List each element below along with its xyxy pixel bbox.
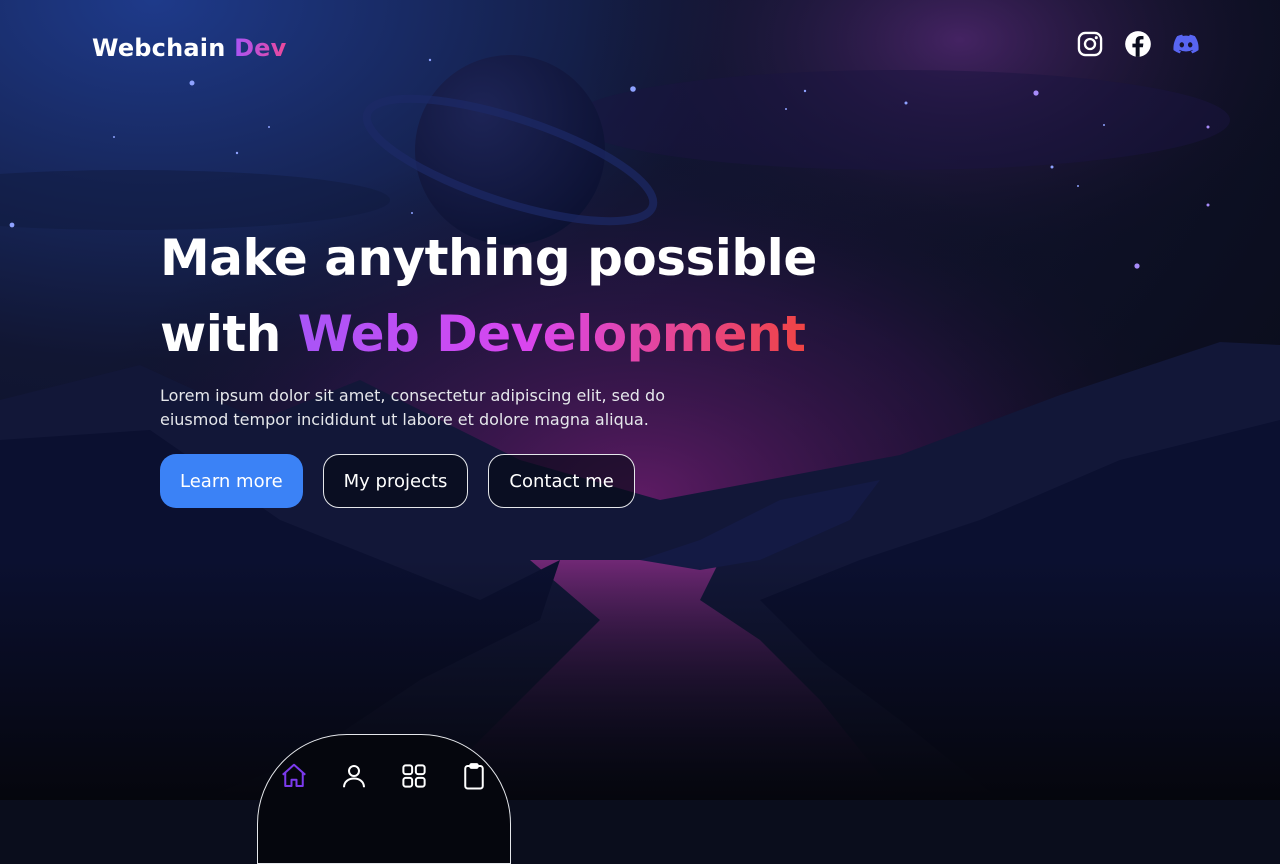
bottom-dock-nav — [257, 734, 511, 864]
learn-more-button[interactable]: Learn more — [160, 454, 303, 508]
clipboard-icon[interactable] — [459, 761, 489, 791]
hero-title: Make anything possible with Web Developm… — [160, 220, 860, 372]
hero-title-line1: Make anything possible — [160, 229, 817, 287]
home-icon[interactable] — [279, 761, 309, 791]
brand-logo[interactable]: Webchain Dev — [92, 34, 287, 62]
grid-icon[interactable] — [399, 761, 429, 791]
facebook-icon[interactable] — [1124, 30, 1152, 58]
social-links — [1076, 30, 1200, 58]
user-icon[interactable] — [339, 761, 369, 791]
hero-title-prefix: with — [160, 305, 298, 363]
instagram-icon[interactable] — [1076, 30, 1104, 58]
discord-icon[interactable] — [1172, 30, 1200, 58]
contact-me-button[interactable]: Contact me — [488, 454, 635, 508]
brand-name: Webchain — [92, 34, 226, 62]
hero-description: Lorem ipsum dolor sit amet, consectetur … — [160, 386, 665, 429]
brand-accent: Dev — [234, 34, 287, 62]
hero-section: Make anything possible with Web Developm… — [160, 220, 860, 508]
hero-actions: Learn more My projects Contact me — [160, 454, 860, 508]
hero-title-highlight: Web Development — [297, 305, 806, 363]
my-projects-button[interactable]: My projects — [322, 454, 469, 508]
